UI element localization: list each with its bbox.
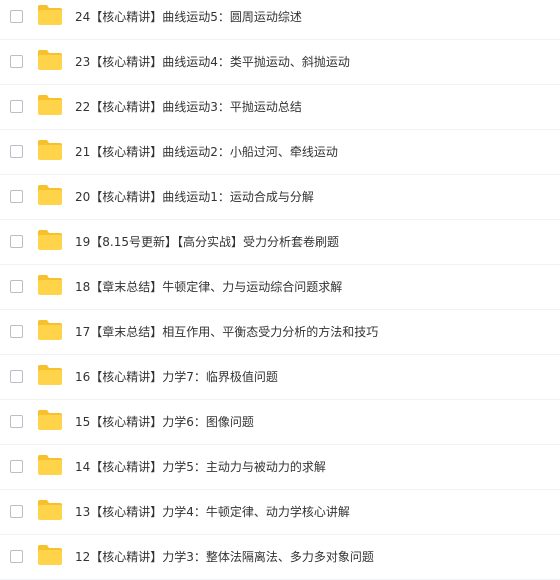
folder-icon (37, 319, 63, 341)
folder-icon (37, 544, 63, 566)
file-row[interactable]: 21【核心精讲】曲线运动2：小船过河、牵线运动 (0, 130, 560, 175)
folder-icon (37, 409, 63, 431)
folder-icon (37, 94, 63, 116)
file-row[interactable]: 18【章末总结】牛顿定律、力与运动综合问题求解 (0, 265, 560, 310)
file-name[interactable]: 15【核心精讲】力学6：图像问题 (75, 413, 254, 431)
file-name[interactable]: 16【核心精讲】力学7：临界极值问题 (75, 368, 278, 386)
row-checkbox[interactable] (10, 235, 23, 248)
file-row[interactable]: 16【核心精讲】力学7：临界极值问题 (0, 355, 560, 400)
file-row[interactable]: 19【8.15号更新】【高分实战】受力分析套卷刷题 (0, 220, 560, 265)
file-name[interactable]: 24【核心精讲】曲线运动5：圆周运动综述 (75, 8, 302, 26)
row-checkbox[interactable] (10, 415, 23, 428)
folder-icon (37, 364, 63, 386)
folder-icon (37, 184, 63, 206)
folder-icon (37, 229, 63, 251)
file-name[interactable]: 12【核心精讲】力学3：整体法隔离法、多力多对象问题 (75, 548, 374, 566)
folder-icon (37, 49, 63, 71)
row-checkbox[interactable] (10, 370, 23, 383)
file-row[interactable]: 13【核心精讲】力学4：牛顿定律、动力学核心讲解 (0, 490, 560, 535)
row-checkbox[interactable] (10, 325, 23, 338)
folder-icon (37, 139, 63, 161)
file-name[interactable]: 18【章末总结】牛顿定律、力与运动综合问题求解 (75, 278, 342, 296)
row-checkbox[interactable] (10, 145, 23, 158)
folder-icon (37, 274, 63, 296)
file-name[interactable]: 19【8.15号更新】【高分实战】受力分析套卷刷题 (75, 233, 339, 251)
file-row[interactable]: 22【核心精讲】曲线运动3：平抛运动总结 (0, 85, 560, 130)
file-name[interactable]: 17【章末总结】相互作用、平衡态受力分析的方法和技巧 (75, 323, 378, 341)
file-row[interactable]: 24【核心精讲】曲线运动5：圆周运动综述 (0, 0, 560, 40)
file-name[interactable]: 23【核心精讲】曲线运动4：类平抛运动、斜抛运动 (75, 53, 350, 71)
row-checkbox[interactable] (10, 10, 23, 23)
file-name[interactable]: 13【核心精讲】力学4：牛顿定律、动力学核心讲解 (75, 503, 350, 521)
row-checkbox[interactable] (10, 280, 23, 293)
file-row[interactable]: 12【核心精讲】力学3：整体法隔离法、多力多对象问题 (0, 535, 560, 580)
file-name[interactable]: 22【核心精讲】曲线运动3：平抛运动总结 (75, 98, 302, 116)
file-row[interactable]: 14【核心精讲】力学5：主动力与被动力的求解 (0, 445, 560, 490)
file-row[interactable]: 20【核心精讲】曲线运动1：运动合成与分解 (0, 175, 560, 220)
file-list: 24【核心精讲】曲线运动5：圆周运动综述 23【核心精讲】曲线运动4：类平抛运动… (0, 0, 560, 580)
folder-icon (37, 499, 63, 521)
row-checkbox[interactable] (10, 550, 23, 563)
file-row[interactable]: 15【核心精讲】力学6：图像问题 (0, 400, 560, 445)
row-checkbox[interactable] (10, 460, 23, 473)
row-checkbox[interactable] (10, 505, 23, 518)
row-checkbox[interactable] (10, 190, 23, 203)
folder-icon (37, 454, 63, 476)
row-checkbox[interactable] (10, 55, 23, 68)
folder-icon (37, 4, 63, 26)
file-name[interactable]: 14【核心精讲】力学5：主动力与被动力的求解 (75, 458, 326, 476)
file-row[interactable]: 23【核心精讲】曲线运动4：类平抛运动、斜抛运动 (0, 40, 560, 85)
file-name[interactable]: 20【核心精讲】曲线运动1：运动合成与分解 (75, 188, 314, 206)
row-checkbox[interactable] (10, 100, 23, 113)
file-row[interactable]: 17【章末总结】相互作用、平衡态受力分析的方法和技巧 (0, 310, 560, 355)
file-name[interactable]: 21【核心精讲】曲线运动2：小船过河、牵线运动 (75, 143, 338, 161)
